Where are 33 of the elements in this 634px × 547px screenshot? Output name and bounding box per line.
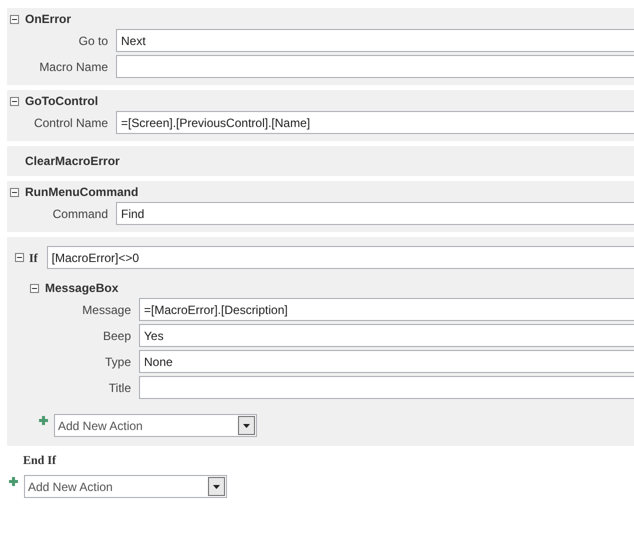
collapse-icon[interactable]	[10, 14, 19, 24]
argument-label: Title	[108, 380, 131, 396]
add-action-dropdown[interactable]: Add New Action	[24, 475, 227, 498]
argument-field[interactable]: =[MacroError].[Description]	[139, 298, 634, 321]
plus-icon	[9, 477, 18, 486]
action-name: OnError	[25, 11, 72, 28]
argument-label: Beep	[102, 328, 131, 344]
argument-label: Command	[52, 206, 108, 222]
plus-icon	[39, 416, 48, 425]
action-name: RunMenuCommand	[25, 184, 138, 201]
action-name: ClearMacroError	[25, 154, 120, 168]
argument-label: Control Name	[34, 114, 108, 132]
collapse-icon[interactable]	[15, 253, 24, 262]
argument-label: Go to	[78, 32, 108, 50]
end-if-label: End If	[22, 452, 58, 469]
add-action-dropdown[interactable]: Add New Action	[54, 414, 257, 437]
argument-field[interactable]	[116, 55, 634, 78]
argument-field[interactable]: Find	[116, 202, 634, 225]
argument-field[interactable]: Next	[116, 29, 634, 52]
argument-field[interactable]: [MacroError]<>0	[46, 246, 634, 269]
argument-label: Macro Name	[39, 58, 108, 76]
action-name: MessageBox	[45, 280, 118, 297]
collapse-icon[interactable]	[30, 284, 39, 292]
argument-label: Message	[82, 302, 131, 318]
argument-field[interactable]: =[Screen].[PreviousControl].[Name]	[116, 111, 634, 134]
argument-label: Type	[104, 354, 131, 370]
argument-field[interactable]	[139, 376, 634, 399]
action-name: GoToControl	[25, 93, 98, 110]
argument-field[interactable]: None	[139, 350, 634, 373]
argument-field[interactable]: Yes	[139, 324, 634, 347]
collapse-icon[interactable]	[10, 96, 19, 106]
collapse-icon[interactable]	[10, 188, 19, 196]
if-keyword: If	[29, 250, 38, 267]
